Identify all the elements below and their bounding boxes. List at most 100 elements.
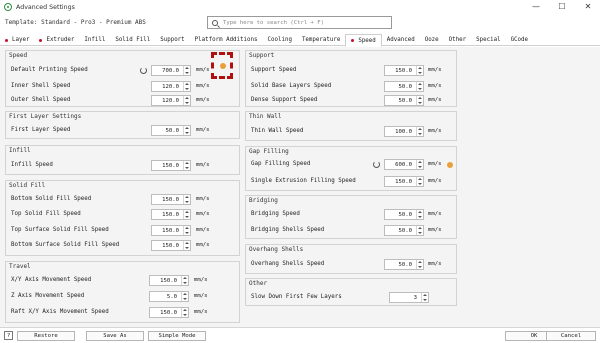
bridging-shells-speed-input[interactable]: 50.0	[384, 225, 424, 236]
tab-label: Cooling	[267, 37, 292, 43]
group-speed: Speed Default Printing Speed 700.0 mm/s …	[5, 50, 240, 107]
group-gap-filling: Gap Filling Gap Filling Speed 600.0 mm/s…	[245, 146, 457, 191]
spinner-arrows[interactable]	[416, 226, 423, 235]
tab-extruder[interactable]: Extruder	[34, 34, 79, 46]
spinner-arrows[interactable]	[183, 226, 190, 235]
first-layer-speed-input[interactable]: 50.0	[151, 125, 191, 136]
slow-down-first-few-layers-input[interactable]: 3	[389, 292, 429, 303]
reset-icon[interactable]	[140, 67, 147, 74]
spinner-arrows[interactable]	[416, 177, 423, 186]
tab-label: Infill	[84, 37, 106, 43]
group-bridging: Bridging Bridging Speed 50.0 mm/s Bridgi…	[245, 195, 457, 239]
group-title: Travel	[9, 263, 31, 270]
tab-other[interactable]: Other	[444, 34, 471, 46]
tab-infill[interactable]: Infill	[79, 34, 110, 46]
bridging-speed-input[interactable]: 50.0	[384, 209, 424, 220]
group-title: Bridging	[249, 197, 278, 204]
spinner-arrows[interactable]	[183, 195, 190, 204]
top-solid-fill-speed-input[interactable]: 150.0	[151, 209, 191, 220]
value-text: 700.0	[162, 67, 179, 74]
value-text: 120.0	[162, 97, 179, 104]
group-thin-wall: Thin Wall Thin Wall Speed 100.0 mm/s	[245, 111, 457, 141]
support-speed-input[interactable]: 150.0	[384, 65, 424, 76]
outer-shell-speed-input[interactable]: 120.0	[151, 95, 191, 106]
xy-axis-movement-speed-input[interactable]: 150.0	[149, 275, 189, 286]
value-text: 150.0	[395, 178, 412, 185]
tab-gcode[interactable]: GCode	[506, 34, 533, 46]
thin-wall-speed-input[interactable]: 100.0	[384, 126, 424, 137]
spinner-arrows[interactable]	[183, 241, 190, 250]
save-as-button[interactable]: Save As	[86, 331, 144, 341]
tab-temperature[interactable]: Temperature	[297, 34, 345, 46]
cancel-button[interactable]: Cancel	[546, 331, 596, 341]
tab-support[interactable]: Support	[155, 34, 189, 46]
spinner-arrows[interactable]	[181, 292, 188, 301]
reset-icon[interactable]	[373, 161, 380, 168]
setting-row-bridging-speed: Bridging Speed 50.0 mm/s	[246, 209, 456, 221]
restore-button[interactable]: Restore	[17, 331, 75, 341]
single-extrusion-filling-speed-input[interactable]: 150.0	[384, 176, 424, 187]
setting-row-dense-support-speed: Dense Support Speed 50.0 mm/s	[246, 95, 456, 107]
top-surface-solid-fill-speed-input[interactable]: 150.0	[151, 225, 191, 236]
infill-speed-input[interactable]: 150.0	[151, 160, 191, 171]
spinner-arrows[interactable]	[416, 66, 423, 75]
value-text: 150.0	[162, 227, 179, 234]
dense-support-speed-input[interactable]: 50.0	[384, 95, 424, 106]
tab-speed[interactable]: Speed	[345, 34, 382, 47]
bottom-solid-fill-speed-input[interactable]: 150.0	[151, 194, 191, 205]
close-button[interactable]: ✕	[582, 1, 594, 13]
spinner-arrows[interactable]	[416, 210, 423, 219]
bottom-surface-solid-fill-speed-input[interactable]: 150.0	[151, 240, 191, 251]
value-text: 100.0	[395, 128, 412, 135]
spinner-arrows[interactable]	[416, 260, 423, 269]
unit-label: mm/s	[428, 211, 442, 217]
spinner-arrows[interactable]	[183, 161, 190, 170]
simple-mode-button[interactable]: Simple Mode	[148, 331, 206, 341]
spinner-arrows[interactable]	[416, 96, 423, 105]
spinner-arrows[interactable]	[416, 127, 423, 136]
inner-shell-speed-input[interactable]: 120.0	[151, 81, 191, 92]
tab-cooling[interactable]: Cooling	[263, 34, 297, 46]
spinner-arrows[interactable]	[181, 276, 188, 285]
spinner-arrows[interactable]	[421, 293, 428, 302]
solid-base-layers-speed-input[interactable]: 50.0	[384, 81, 424, 92]
spinner-arrows[interactable]	[183, 96, 190, 105]
group-first-layer: First Layer Settings First Layer Speed 5…	[5, 111, 240, 139]
setting-label: Overhang Shells Speed	[251, 261, 325, 267]
spinner-arrows[interactable]	[183, 82, 190, 91]
search-box[interactable]	[207, 16, 392, 29]
overhang-shells-speed-input[interactable]: 50.0	[384, 259, 424, 270]
raft-xy-axis-movement-speed-input[interactable]: 150.0	[149, 307, 189, 318]
search-input[interactable]	[223, 19, 383, 26]
modified-dot-icon	[351, 39, 355, 42]
tab-label: Advanced	[386, 37, 415, 43]
window-title: Advanced Settings	[16, 3, 75, 11]
tab-platform-additions[interactable]: Platform Additions	[190, 34, 263, 46]
spinner-arrows[interactable]	[183, 66, 190, 75]
setting-row-first-layer-speed: First Layer Speed 50.0 mm/s	[6, 125, 239, 137]
group-title: Gap Filling	[249, 148, 289, 155]
tab-solid-fill[interactable]: Solid Fill	[110, 34, 155, 46]
spinner-arrows[interactable]	[416, 160, 423, 169]
spinner-arrows[interactable]	[181, 308, 188, 317]
tab-ooze[interactable]: Ooze	[420, 34, 444, 46]
minimize-button[interactable]: —	[530, 1, 542, 13]
z-axis-movement-speed-input[interactable]: 5.0	[149, 291, 189, 302]
setting-row-single-extrusion-filling-speed: Single Extrusion Filling Speed 150.0 mm/…	[246, 176, 456, 188]
tab-layer[interactable]: Layer	[0, 34, 34, 46]
warning-icon	[220, 63, 226, 69]
spinner-arrows[interactable]	[183, 210, 190, 219]
gap-filling-speed-input[interactable]: 600.0	[384, 159, 424, 170]
spinner-arrows[interactable]	[183, 126, 190, 135]
tab-label: Special	[476, 37, 501, 43]
maximize-button[interactable]: ☐	[556, 1, 568, 13]
tab-label: GCode	[510, 37, 529, 43]
default-printing-speed-input[interactable]: 700.0	[151, 65, 191, 76]
tab-advanced[interactable]: Advanced	[382, 34, 420, 46]
help-button[interactable]: ?	[4, 331, 13, 340]
spinner-arrows[interactable]	[416, 82, 423, 91]
setting-row-overhang-shells-speed: Overhang Shells Speed 50.0 mm/s	[246, 259, 456, 271]
tab-special[interactable]: Special	[471, 34, 505, 46]
unit-label: mm/s	[194, 293, 208, 299]
setting-label: Slow Down First Few Layers	[251, 294, 342, 300]
